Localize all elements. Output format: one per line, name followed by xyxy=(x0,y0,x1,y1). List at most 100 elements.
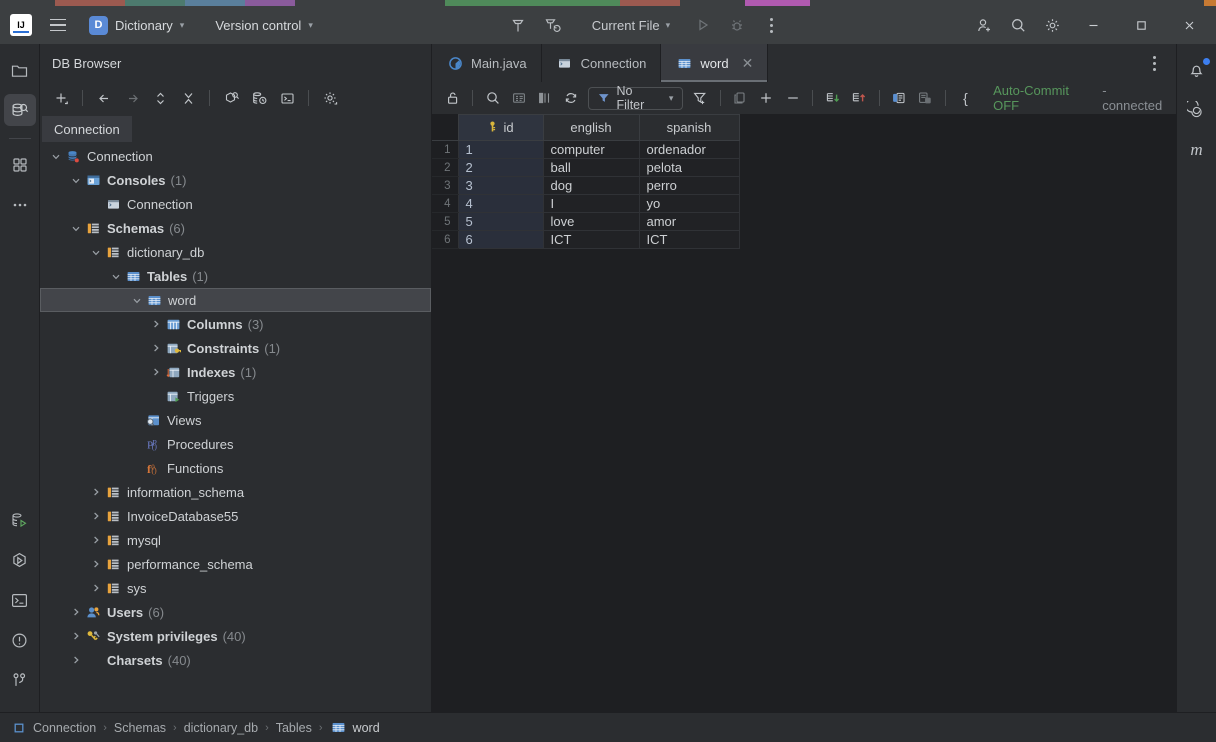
grid-header-spanish[interactable]: spanish xyxy=(639,115,739,141)
grid-header-id[interactable]: id xyxy=(458,115,543,141)
tree-expand-arrow-icon[interactable] xyxy=(148,364,164,380)
cell-spanish[interactable]: yo xyxy=(639,195,739,213)
auto-commit-label[interactable]: Auto-Commit OFF xyxy=(993,83,1095,113)
find-button[interactable] xyxy=(480,86,505,110)
cell-english[interactable]: dog xyxy=(543,177,639,195)
tree-node-triggers[interactable]: Triggers xyxy=(40,384,431,408)
tree-expand-arrow-icon[interactable] xyxy=(88,532,104,548)
breadcrumb-item-schemas[interactable]: Schemas xyxy=(114,721,166,735)
submit-changes-button[interactable] xyxy=(846,86,871,110)
tab-connection[interactable]: Connection xyxy=(42,116,132,142)
sidebar-item-database-run[interactable] xyxy=(4,504,36,536)
tree-node-columns[interactable]: Columns(3) xyxy=(40,312,431,336)
notifications-button[interactable] xyxy=(1181,54,1213,86)
tree-node-connection[interactable]: Connection xyxy=(40,192,431,216)
tree-expand-arrow-icon[interactable] xyxy=(68,652,84,668)
editor-tab-options[interactable] xyxy=(1138,44,1176,82)
cell-english[interactable]: I xyxy=(543,195,639,213)
debug-icon[interactable] xyxy=(721,10,753,40)
cell-english[interactable]: ball xyxy=(543,159,639,177)
add-filter-button[interactable] xyxy=(687,86,712,110)
cell-english[interactable]: love xyxy=(543,213,639,231)
breadcrumb-item-dictionary-db[interactable]: dictionary_db xyxy=(184,721,258,735)
tree-node-functions[interactable]: f0()Functions xyxy=(40,456,431,480)
duplicate-row-button[interactable] xyxy=(728,86,753,110)
version-control-selector[interactable]: Version control ▾ xyxy=(206,14,322,37)
collapse-all-button[interactable] xyxy=(175,86,201,110)
tab-word[interactable]: word✕ xyxy=(661,44,768,82)
tree-node-constraints[interactable]: Constraints(1) xyxy=(40,336,431,360)
sidebar-item-problems[interactable] xyxy=(4,624,36,656)
cell-english[interactable]: ICT xyxy=(543,231,639,249)
tree-node-performance-schema[interactable]: performance_schema xyxy=(40,552,431,576)
main-menu-icon[interactable] xyxy=(43,12,73,38)
object-search-icon[interactable] xyxy=(218,86,244,110)
tab-connection[interactable]: Connection xyxy=(542,44,662,82)
tree-node-sys[interactable]: sys xyxy=(40,576,431,600)
back-button[interactable] xyxy=(91,86,117,110)
more-vertical-icon[interactable] xyxy=(755,10,787,40)
new-button[interactable] xyxy=(48,86,74,110)
table-row[interactable]: 44Iyo xyxy=(432,195,765,213)
tree-node-views[interactable]: Views xyxy=(40,408,431,432)
cell-spanish[interactable]: amor xyxy=(639,213,739,231)
tree-expand-arrow-icon[interactable] xyxy=(88,580,104,596)
revert-changes-button[interactable] xyxy=(820,86,845,110)
tree-node-dictionary-db[interactable]: dictionary_db xyxy=(40,240,431,264)
tree-node-users[interactable]: Users(6) xyxy=(40,600,431,624)
close-icon[interactable]: ✕ xyxy=(742,55,754,72)
project-selector[interactable]: D Dictionary ▾ xyxy=(81,12,192,39)
add-user-icon[interactable] xyxy=(968,10,1000,40)
breadcrumb-item-word[interactable]: word xyxy=(330,720,380,736)
filter-selector[interactable]: No Filter ▾ xyxy=(588,87,683,110)
tree-node-mysql[interactable]: mysql xyxy=(40,528,431,552)
maximize-button[interactable] xyxy=(1118,6,1164,44)
hammer-icon[interactable] xyxy=(503,10,535,40)
cell-spanish[interactable]: perro xyxy=(639,177,739,195)
tree-node-schemas[interactable]: Schemas(6) xyxy=(40,216,431,240)
cell-english[interactable]: computer xyxy=(543,141,639,159)
cell-id[interactable]: 5 xyxy=(458,213,543,231)
toggle-readonly-button[interactable] xyxy=(440,86,465,110)
tab-main-java[interactable]: Main.java xyxy=(432,44,542,82)
console-icon[interactable] xyxy=(274,86,300,110)
gear-icon[interactable] xyxy=(1036,10,1068,40)
table-row[interactable]: 33dogperro xyxy=(432,177,765,195)
more-vertical-icon[interactable] xyxy=(1138,48,1170,78)
tree-node-indexes[interactable]: Indexes(1) xyxy=(40,360,431,384)
sidebar-item-more[interactable] xyxy=(4,189,36,221)
tree-expand-arrow-icon[interactable] xyxy=(88,556,104,572)
hammer-refresh-icon[interactable] xyxy=(537,10,569,40)
sidebar-item-plugins[interactable] xyxy=(4,149,36,181)
add-row-button[interactable] xyxy=(754,86,779,110)
sidebar-item-services[interactable] xyxy=(4,544,36,576)
breadcrumb-item-tables[interactable]: Tables xyxy=(276,721,312,735)
tree-node-invoicedatabase55[interactable]: InvoiceDatabase55 xyxy=(40,504,431,528)
minimize-button[interactable] xyxy=(1070,6,1116,44)
expand-collapse-button[interactable] xyxy=(147,86,173,110)
tree-node-tables[interactable]: Tables(1) xyxy=(40,264,431,288)
table-row[interactable]: 22ballpelota xyxy=(432,159,765,177)
tree-expand-arrow-icon[interactable] xyxy=(148,316,164,332)
run-icon[interactable] xyxy=(687,10,719,40)
run-configuration-selector[interactable]: Current File ▾ xyxy=(583,14,679,37)
maven-tool-window-button[interactable]: m xyxy=(1181,134,1213,166)
tree-expand-arrow-icon[interactable] xyxy=(68,604,84,620)
ai-assistant-button[interactable] xyxy=(1181,94,1213,126)
tree-expand-arrow-icon[interactable] xyxy=(88,508,104,524)
tree-expand-arrow-icon[interactable] xyxy=(129,292,145,308)
database-clock-icon[interactable] xyxy=(246,86,272,110)
cell-id[interactable]: 3 xyxy=(458,177,543,195)
delete-row-button[interactable] xyxy=(780,86,805,110)
sidebar-item-project[interactable] xyxy=(4,54,36,86)
data-grid[interactable]: idenglishspanish11computerordenador22bal… xyxy=(432,114,765,249)
forward-button[interactable] xyxy=(119,86,145,110)
cell-spanish[interactable]: ordenador xyxy=(639,141,739,159)
tree-expand-arrow-icon[interactable] xyxy=(88,484,104,500)
tree-node-system-privileges[interactable]: System privileges(40) xyxy=(40,624,431,648)
json-view-button[interactable]: { xyxy=(953,86,978,110)
reload-page-button[interactable] xyxy=(559,86,584,110)
cell-id[interactable]: 4 xyxy=(458,195,543,213)
tree-expand-arrow-icon[interactable] xyxy=(148,340,164,356)
tree-expand-arrow-icon[interactable] xyxy=(68,628,84,644)
